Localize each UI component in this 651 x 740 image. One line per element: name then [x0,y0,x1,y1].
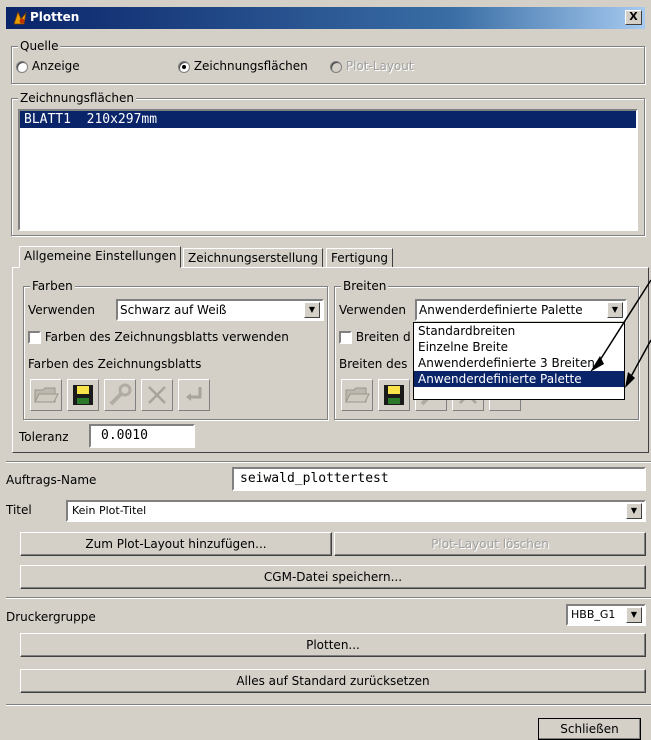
add-to-plot-layout-button[interactable]: Zum Plot-Layout hinzufügen... [20,532,332,556]
breiten-dropdown[interactable]: Anwenderdefinierte Palette ▼ [415,299,627,321]
auftrag-label: Auftrags-Name [6,473,97,487]
separator-3 [6,704,651,706]
cgm-save-button[interactable]: CGM-Datei speichern... [20,565,646,589]
radio-plot-layout-label: Plot-Layout [345,59,414,73]
farben-sub-label: Farben des Zeichnungsblatts [28,357,202,371]
toleranz-input[interactable]: 0.0010 [89,424,195,448]
delete-plot-layout-label: Plot-Layout löschen [431,537,549,551]
farben-use-label: Verwenden [28,303,96,317]
reset-defaults-button[interactable]: Alles auf Standard zurücksetzen [20,669,646,693]
breiten-sub-label: Breiten des [339,357,408,371]
farben-checkbox[interactable]: Farben des Zeichnungsblatts verwenden [28,330,289,344]
plotter-app-icon [13,10,27,25]
separator [6,461,651,463]
chevron-down-icon[interactable]: ▼ [626,503,642,519]
titel-value: Kein Plot-Titel [72,504,147,517]
tab-allgemeine-label: Allgemeine Einstellungen [24,249,177,263]
quelle-group: Quelle Anzeige Zeichnungsflächen Plot-La… [11,39,645,84]
undo-icon[interactable] [178,379,210,411]
toleranz-value: 0.0010 [101,428,148,443]
chevron-down-icon[interactable]: ▼ [304,302,320,318]
close-icon: X [629,10,638,23]
zeichnungsflaechen-legend: Zeichnungsflächen [18,91,136,105]
breiten-checkbox[interactable]: Breiten d [339,330,411,344]
farben-dropdown-value: Schwarz auf Weiß [120,303,227,317]
chevron-down-icon[interactable]: ▼ [626,607,642,623]
radio-anzeige[interactable]: Anzeige [16,59,80,73]
farben-group: Farben Verwenden Schwarz auf Weiß ▼ Farb… [23,279,328,420]
save-icon[interactable] [67,379,99,411]
radio-plot-layout[interactable]: Plot-Layout [330,59,414,73]
breiten-checkbox-label: Breiten d [355,330,411,344]
zeichnungsflaechen-group: Zeichnungsflächen BLATT1 210x297mm [11,91,645,236]
farben-legend: Farben [30,279,75,293]
radio-zeichnungsflaechen-indicator[interactable] [178,60,190,73]
farben-checkbox-box[interactable] [28,331,41,344]
radio-zeichnungsflaechen[interactable]: Zeichnungsflächen [178,59,308,73]
breiten-use-label: Verwenden [339,303,407,317]
zeichnungsflaechen-listbox[interactable]: BLATT1 210x297mm [18,109,638,231]
save-icon[interactable] [378,379,410,411]
breiten-dropdown-value: Anwenderdefinierte Palette [419,303,583,317]
tab-fertigung[interactable]: Fertigung [326,248,394,268]
tab-zeichnungserstellung-label: Zeichnungserstellung [188,251,318,265]
tab-fertigung-label: Fertigung [331,251,389,265]
quelle-legend: Quelle [18,39,61,53]
radio-anzeige-label: Anzeige [31,59,80,73]
breiten-checkbox-box[interactable] [339,331,352,344]
delete-icon[interactable] [141,379,173,411]
radio-plot-layout-indicator[interactable] [330,60,342,73]
reset-defaults-label: Alles auf Standard zurücksetzen [236,674,430,688]
farben-dropdown[interactable]: Schwarz auf Weiß ▼ [116,299,324,321]
tab-panel: Farben Verwenden Schwarz auf Weiß ▼ Farb… [12,267,649,453]
option-standardbreiten[interactable]: Standardbreiten [414,323,624,339]
close-button[interactable]: Schließen [538,718,641,740]
separator-2 [6,597,651,599]
option-einzelne-breite[interactable]: Einzelne Breite [414,339,624,355]
titel-label: Titel [6,503,32,517]
tab-zeichnungserstellung[interactable]: Zeichnungserstellung [183,248,323,268]
list-item-blatt1[interactable]: BLATT1 210x297mm [20,111,636,128]
auftrag-input[interactable]: seiwald_plottertest [232,467,646,491]
plot-label: Plotten... [306,638,360,652]
wrench-icon[interactable] [104,379,136,411]
farben-checkbox-label: Farben des Zeichnungsblatts verwenden [44,330,289,344]
cgm-save-label: CGM-Datei speichern... [263,570,403,584]
add-to-plot-layout-label: Zum Plot-Layout hinzufügen... [85,537,267,551]
druckergruppe-value: HBB_G1 [571,608,616,621]
chevron-down-icon[interactable]: ▼ [607,302,623,318]
breiten-dropdown-list[interactable]: Standardbreiten Einzelne Breite Anwender… [413,322,625,400]
titel-dropdown[interactable]: Kein Plot-Titel ▼ [66,500,646,522]
plot-button[interactable]: Plotten... [20,633,646,657]
druckergruppe-label: Druckergruppe [6,610,96,624]
auftrag-value: seiwald_plottertest [240,471,389,486]
option-anwenderdefinierte-3-breiten[interactable]: Anwenderdefinierte 3 Breiten [414,355,624,371]
toleranz-label: Toleranz [19,430,69,444]
tab-allgemeine-einstellungen[interactable]: Allgemeine Einstellungen [19,246,182,268]
open-folder-icon[interactable] [341,379,373,411]
option-anwenderdefinierte-palette[interactable]: Anwenderdefinierte Palette [414,371,624,387]
radio-anzeige-indicator[interactable] [16,60,28,73]
druckergruppe-dropdown[interactable]: HBB_G1 ▼ [566,604,646,626]
close-button-label: Schließen [560,722,619,736]
delete-plot-layout-button[interactable]: Plot-Layout löschen [334,532,646,556]
close-window-button[interactable]: X [625,10,642,25]
window-title: Plotten [30,10,80,24]
title-bar: Plotten X [6,7,645,29]
open-folder-icon[interactable] [30,379,62,411]
breiten-legend: Breiten [341,279,389,293]
radio-zeichnungsflaechen-label: Zeichnungsflächen [193,59,308,73]
